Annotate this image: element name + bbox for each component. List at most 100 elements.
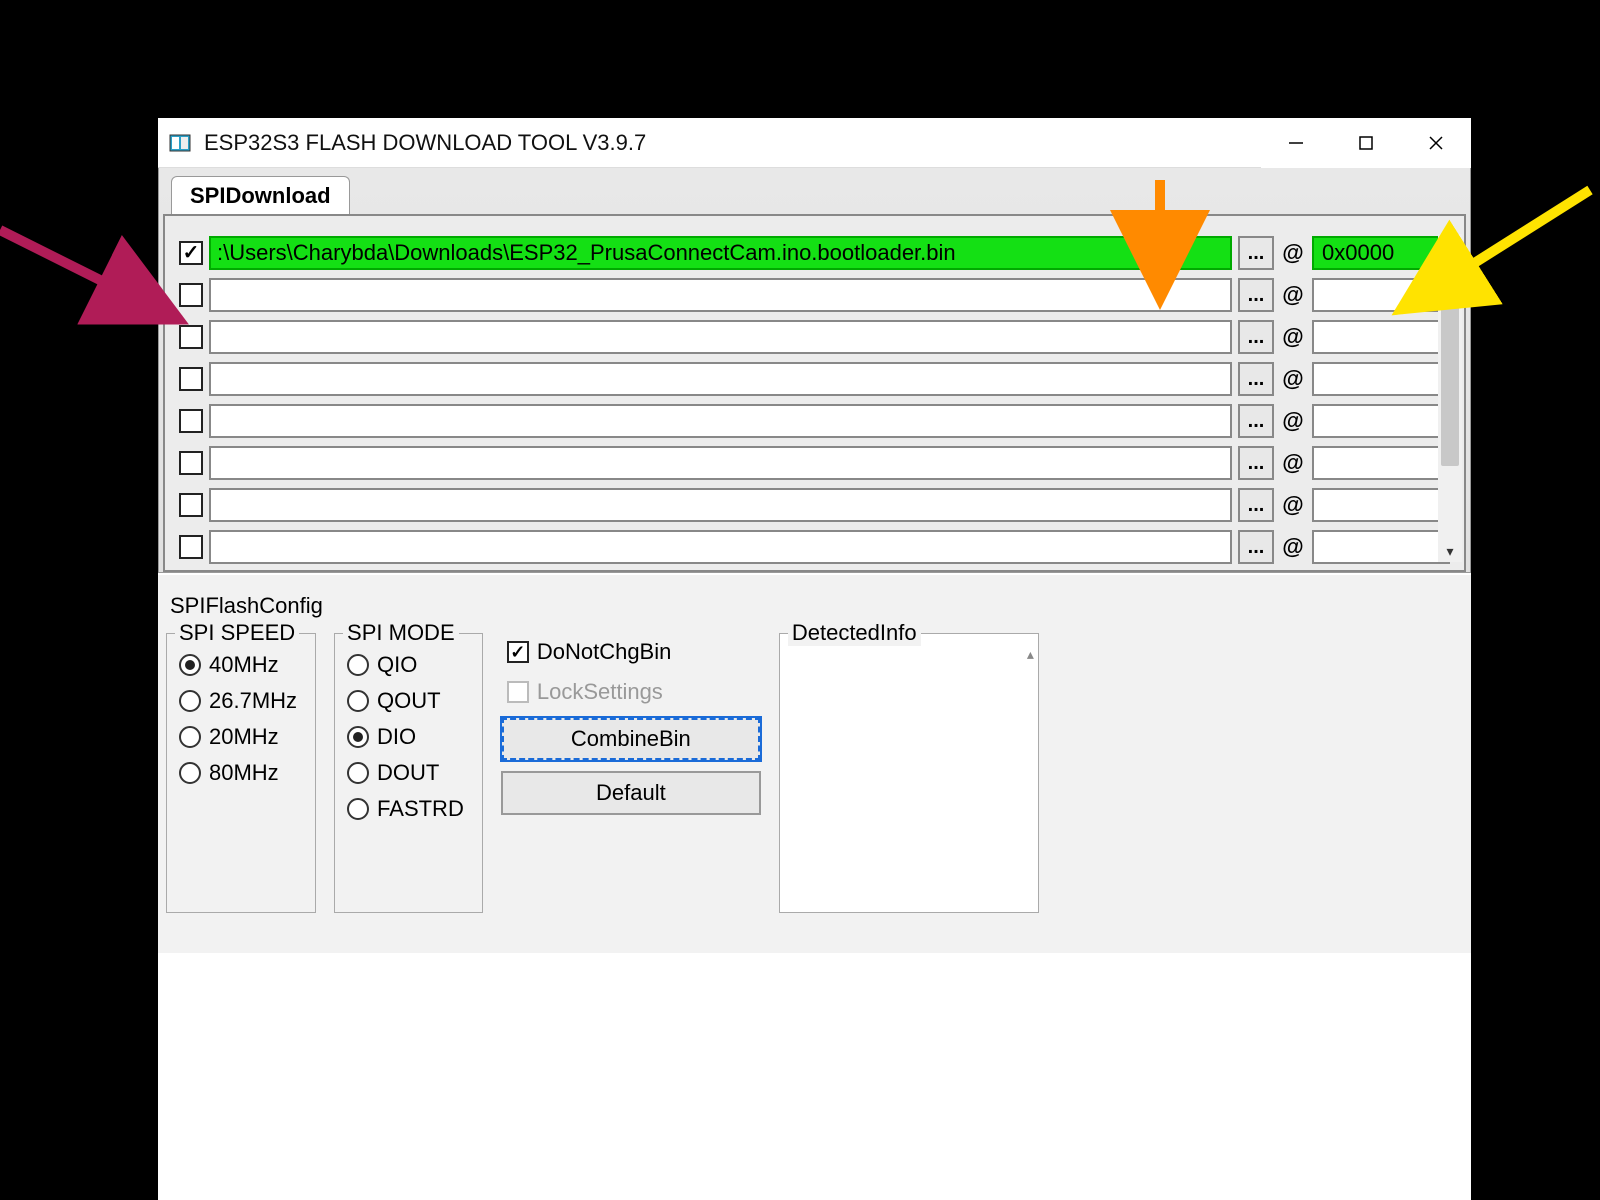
browse-button[interactable]: ... [1238,446,1274,480]
locksettings-checkbox [507,681,529,703]
file-enable-checkbox[interactable] [179,493,203,517]
file-row: ...@ [179,446,1450,480]
detected-info: DetectedInfo ▴ [779,633,1039,913]
file-address-input[interactable] [1312,404,1450,438]
file-path-input[interactable] [209,278,1232,312]
tabbar: SPIDownload [163,174,1466,214]
browse-button[interactable]: ... [1238,278,1274,312]
file-enable-checkbox[interactable] [179,325,203,349]
at-label: @ [1280,324,1306,350]
spi-speed-title: SPI SPEED [175,620,299,646]
spi-speed-40mhz[interactable]: 40MHz [179,652,297,678]
radio-dot-icon [179,654,201,676]
donotchgbin-checkbox[interactable] [507,641,529,663]
scroll-up-icon[interactable]: ▴ [1027,646,1034,663]
file-address-input[interactable] [1312,446,1450,480]
spi-mode-qout[interactable]: QOUT [347,688,464,714]
file-address-input[interactable] [1312,488,1450,522]
radio-label: 20MHz [209,724,279,750]
browse-button[interactable]: ... [1238,236,1274,270]
spi-speed-80mhz[interactable]: 80MHz [179,760,297,786]
locksettings-row: LockSettings [501,677,761,707]
minimize-button[interactable] [1261,118,1331,168]
file-row: ...@ [179,236,1450,270]
config-title: SPIFlashConfig [166,593,1463,619]
tab-spidownload[interactable]: SPIDownload [171,176,350,215]
browse-button[interactable]: ... [1238,320,1274,354]
spi-speed-group: SPI SPEED 40MHz26.7MHz20MHz80MHz [166,633,316,913]
file-path-input[interactable] [209,362,1232,396]
spi-flash-config: SPIFlashConfig SPI SPEED 40MHz 26.7MHz 20M… [166,593,1463,913]
file-row: ...@ [179,278,1450,312]
spi-mode-dio[interactable]: DIO [347,724,464,750]
maximize-button[interactable] [1331,118,1401,168]
file-path-input[interactable] [209,488,1232,522]
client-area: SPIDownload ...@...@...@...@...@...@...@… [158,168,1471,573]
config-area: SPIFlashConfig SPI SPEED 40MHz 26.7MHz 20M… [158,575,1471,953]
spi-mode-fastrd[interactable]: FASTRD [347,796,464,822]
download-panel: ...@...@...@...@...@...@...@...@ ▾ [163,214,1466,572]
combinebin-button[interactable]: CombineBin [501,717,761,761]
file-address-input[interactable] [1312,236,1450,270]
scrollbar[interactable]: ▾ [1438,234,1462,562]
donotchgbin-row[interactable]: DoNotChgBin [501,637,761,667]
radio-label: FASTRD [377,796,464,822]
file-path-input[interactable] [209,530,1232,564]
file-enable-checkbox[interactable] [179,535,203,559]
scroll-down-icon[interactable]: ▾ [1438,540,1462,562]
radio-label: DOUT [377,760,439,786]
radio-dot-icon [347,798,369,820]
radio-label: DIO [377,724,416,750]
at-label: @ [1280,408,1306,434]
file-row: ...@ [179,362,1450,396]
browse-button[interactable]: ... [1238,404,1274,438]
file-enable-checkbox[interactable] [179,451,203,475]
file-address-input[interactable] [1312,530,1450,564]
file-enable-checkbox[interactable] [179,283,203,307]
at-label: @ [1280,240,1306,266]
close-button[interactable] [1401,118,1471,168]
radio-dot-icon [347,726,369,748]
file-address-input[interactable] [1312,362,1450,396]
file-path-input[interactable] [209,236,1232,270]
radio-label: 26.7MHz [209,688,297,714]
detected-title: DetectedInfo [788,620,921,646]
browse-button[interactable]: ... [1238,488,1274,522]
file-enable-checkbox[interactable] [179,241,203,265]
spi-mode-title: SPI MODE [343,620,459,646]
default-button[interactable]: Default [501,771,761,815]
spi-mode-dout[interactable]: DOUT [347,760,464,786]
file-enable-checkbox[interactable] [179,409,203,433]
spi-mode-qio[interactable]: QIO [347,652,464,678]
spi-speed-267mhz[interactable]: 26.7MHz [179,688,297,714]
browse-button[interactable]: ... [1238,362,1274,396]
at-label: @ [1280,366,1306,392]
spi-speed-20mhz[interactable]: 20MHz [179,724,297,750]
file-row: ...@ [179,530,1450,564]
spi-mode-group: SPI MODE QIOQOUTDIODOUTFASTRD [334,633,483,913]
file-enable-checkbox[interactable] [179,367,203,391]
file-rows: ...@...@...@...@...@...@...@...@ [179,236,1450,564]
at-label: @ [1280,534,1306,560]
locksettings-label: LockSettings [537,679,663,705]
scroll-thumb[interactable] [1441,236,1459,466]
file-address-input[interactable] [1312,278,1450,312]
window-title: ESP32S3 FLASH DOWNLOAD TOOL V3.9.7 [204,130,1261,156]
file-address-input[interactable] [1312,320,1450,354]
at-label: @ [1280,492,1306,518]
radio-label: QOUT [377,688,441,714]
radio-dot-icon [347,690,369,712]
radio-dot-icon [179,690,201,712]
radio-label: 40MHz [209,652,279,678]
app-icon [168,131,192,155]
file-path-input[interactable] [209,404,1232,438]
file-row: ...@ [179,404,1450,438]
file-row: ...@ [179,320,1450,354]
arrow-red [0,230,180,320]
file-path-input[interactable] [209,446,1232,480]
browse-button[interactable]: ... [1238,530,1274,564]
at-label: @ [1280,450,1306,476]
radio-dot-icon [347,654,369,676]
file-path-input[interactable] [209,320,1232,354]
titlebar: ESP32S3 FLASH DOWNLOAD TOOL V3.9.7 [158,118,1471,168]
